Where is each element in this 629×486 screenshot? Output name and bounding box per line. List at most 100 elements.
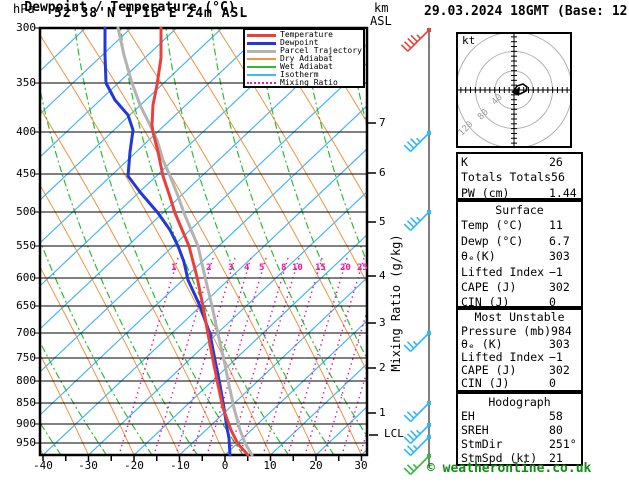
wind-barb-icons (400, 28, 431, 475)
pressure-tick: 450 (16, 167, 36, 180)
table-row: SREH 80 (461, 423, 578, 437)
pressure-tick: 550 (16, 239, 36, 252)
table-row: PW (cm) 1.44 (461, 186, 578, 201)
row-label: K (461, 155, 468, 169)
km-tick: 2 (379, 361, 386, 374)
surface-table: Surface Temp (°C) 11 Dewp (°C) 6.7 θₑ(K) 30… (456, 200, 583, 309)
pressure-tick: 900 (16, 417, 36, 430)
km-tick: 6 (379, 166, 386, 179)
row-value: 26 (549, 155, 563, 169)
table-row: Totals Totals 56 (461, 170, 578, 185)
row-value: 56 (551, 170, 565, 185)
mixing-ratio-value: 1 (171, 263, 177, 273)
row-label: PW (cm) (461, 185, 510, 200)
row-value: 0 (549, 376, 556, 391)
table-row: θₑ(K) 303 (461, 249, 578, 264)
isotherm-line-sample-icon (247, 74, 276, 76)
mixing-ratio-value: 3 (228, 263, 234, 273)
row-label: CAPE (J) (461, 280, 517, 295)
row-label: θₑ(K) (461, 249, 496, 264)
km-tick: 3 (379, 316, 386, 329)
row-value: 303 (549, 249, 570, 264)
asl-axis-label: ASL (370, 14, 392, 28)
km-axis-label: km (374, 1, 389, 15)
row-value: 58 (549, 409, 563, 423)
hodograph-box (456, 32, 572, 148)
km-tick: 7 (379, 116, 386, 129)
km-tick: 4 (379, 269, 386, 282)
table-row: EH 58 (461, 409, 578, 423)
table-row: θₑ (K) 303 (461, 336, 578, 351)
mixing-ratio-value: 4 (244, 263, 250, 273)
pressure-tick: 950 (16, 436, 36, 449)
row-label: Pressure (mb) (461, 323, 552, 338)
table-title: Surface (495, 203, 544, 217)
table-row: CIN (J) 0 (461, 377, 578, 390)
pressure-tick: 400 (16, 125, 36, 138)
pressure-axis-unit: hPa (13, 2, 35, 16)
legend-box: Temperature Dewpoint Parcel Trajectory D… (243, 28, 365, 88)
dry-adiabat-line-sample-icon (247, 58, 276, 60)
table-row: Pressure (mb) 984 (461, 323, 578, 338)
row-label: Temp (°C) (461, 218, 524, 233)
most-unstable-table: Most Unstable Pressure (mb) 984 θₑ (K) 303… (456, 308, 583, 392)
table-row: StmDir 251° (461, 437, 578, 451)
hodograph-unit-label: kt (462, 34, 476, 47)
lcl-label: LCL (384, 427, 404, 440)
row-label: SREH (461, 423, 489, 437)
row-label: Lifted Index (461, 264, 545, 279)
wet-adiabat-line-sample-icon (247, 66, 276, 68)
pressure-tick: 350 (16, 76, 36, 89)
mixing-ratio-value: 2 (206, 263, 212, 273)
row-label: EH (461, 409, 475, 423)
temp-tick: -10 (170, 459, 190, 472)
mixing-ratio-value: 25 (357, 263, 368, 273)
table-row: CAPE (J) 302 (461, 280, 578, 295)
temp-tick: 10 (263, 459, 277, 472)
mixing-ratio-value: 5 (259, 263, 265, 273)
row-label: StmDir (461, 437, 503, 451)
legend-item-mixing-ratio: Mixing Ratio (247, 79, 363, 87)
dewpoint-line-sample-icon (247, 41, 276, 45)
row-value: 251° (549, 437, 577, 451)
sounding-line-parcel-trajectory (116, 26, 254, 457)
table-title: Hodograph (488, 395, 551, 409)
copyright-link[interactable]: © weatheronline.co.uk (427, 462, 591, 475)
mixing-ratio-value: 15 (315, 263, 326, 273)
valid-datetime: 29.03.2024 18GMT (Base: 12) (424, 4, 629, 19)
row-value: 6.7 (549, 233, 570, 248)
row-value: 302 (549, 280, 570, 295)
temp-tick: 30 (354, 459, 368, 472)
row-value: 303 (549, 336, 570, 351)
table-row: Lifted Index −1 (461, 265, 578, 280)
mixing-ratio-value: 10 (292, 263, 303, 273)
table-title: Most Unstable (474, 310, 565, 324)
row-value: −1 (549, 264, 563, 279)
legend-label: Mixing Ratio (280, 78, 338, 87)
mixing-ratio-value: 20 (340, 263, 351, 273)
row-value: 11 (549, 218, 563, 233)
pressure-tick: 700 (16, 326, 36, 339)
parcel-line-sample-icon (247, 49, 276, 53)
pressure-tick: 650 (16, 299, 36, 312)
mixing-ratio-axis-title: Mixing Ratio (g/kg) (389, 234, 403, 372)
temp-tick: -20 (124, 459, 144, 472)
temp-tick: -30 (78, 459, 98, 472)
skewt-sounding-page: hPa 52°38'N 1°1B'E 24m ASL 29.03.2024 18… (0, 0, 629, 486)
row-value: 984 (551, 323, 572, 338)
pressure-tick: 300 (16, 21, 36, 34)
sounding-line-dewpoint (103, 26, 232, 457)
temp-tick: 20 (309, 459, 323, 472)
km-tick: 1 (379, 406, 386, 419)
hodograph-table: Hodograph EH 58 SREH 80 StmDir 251° StmSpd … (456, 392, 583, 466)
row-value: 80 (549, 423, 563, 437)
table-row: Temp (°C) 11 (461, 218, 578, 233)
temp-tick: 0 (221, 459, 229, 472)
pressure-tick: 500 (16, 205, 36, 218)
row-value: 1.44 (549, 185, 577, 200)
indices-table: K 26 Totals Totals 56 PW (cm) 1.44 (456, 152, 583, 200)
pressure-tick: 750 (16, 351, 36, 364)
mixing-ratio-line-sample-icon (247, 82, 276, 84)
row-label: Dewp (°C) (461, 233, 524, 248)
pressure-tick: 800 (16, 374, 36, 387)
